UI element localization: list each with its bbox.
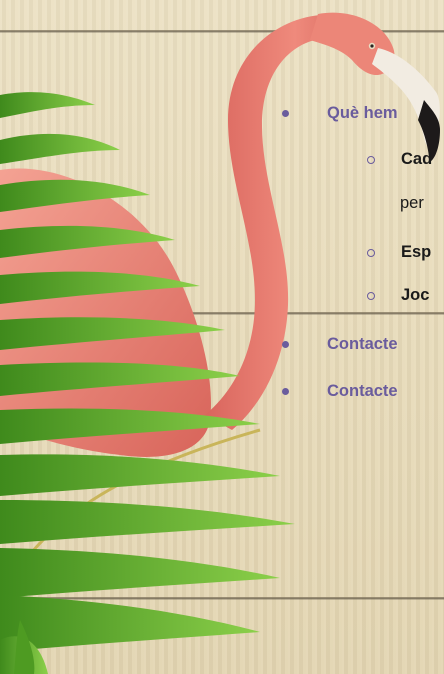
hollow-circle-bullet-icon	[367, 291, 375, 300]
submenu-item-label: Cad	[401, 150, 433, 168]
submenu-item-label: Esp	[401, 243, 432, 261]
menu-item-label: Contacte	[327, 335, 398, 353]
filled-circle-bullet-icon	[282, 341, 289, 348]
menu-item-label: Què hem	[327, 104, 398, 122]
filled-circle-bullet-icon	[282, 110, 289, 117]
filled-circle-bullet-icon	[282, 388, 289, 395]
hollow-circle-bullet-icon	[367, 248, 375, 257]
menu-item-que-hem[interactable]: Què hem	[282, 104, 398, 123]
submenu-item-label: Joc	[401, 286, 430, 304]
menu-item-contacte-2[interactable]: Contacte	[282, 382, 398, 401]
menu-item-label: Contacte	[327, 382, 398, 400]
hollow-circle-bullet-icon	[367, 155, 375, 164]
submenu-item-cad[interactable]: Cad	[367, 150, 433, 169]
submenu-item-esp[interactable]: Esp	[367, 243, 432, 262]
menu-item-contacte-1[interactable]: Contacte	[282, 335, 398, 354]
submenu-item-joc[interactable]: Joc	[367, 286, 430, 305]
